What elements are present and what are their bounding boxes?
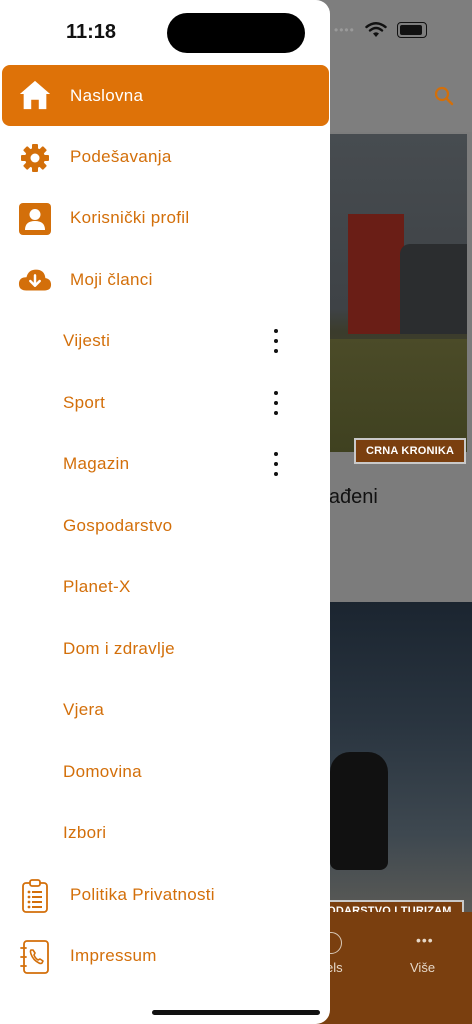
category-item-domovina[interactable]: Domovina <box>0 742 330 802</box>
category-label: Domovina <box>63 762 142 781</box>
drawer-item-label: Korisnički profil <box>70 208 190 227</box>
home-indicator[interactable] <box>152 1010 320 1015</box>
gear-icon <box>18 141 52 175</box>
more-vertical-icon[interactable] <box>268 329 284 353</box>
drawer-item-naslovna[interactable]: Naslovna <box>2 65 329 126</box>
home-icon <box>18 78 52 112</box>
category-label: Gospodarstvo <box>63 516 173 535</box>
phone-book-icon <box>18 940 52 974</box>
drawer-item-label: Impressum <box>70 946 157 965</box>
drawer-item-moji-clanci[interactable]: Moji članci <box>0 250 330 310</box>
category-label: Izbori <box>63 823 107 842</box>
status-indicators: •••• <box>334 22 427 38</box>
clipboard-list-icon <box>18 879 52 913</box>
cloud-download-icon <box>18 264 52 298</box>
drawer-item-impressum[interactable]: Impressum <box>0 926 330 986</box>
more-vertical-icon[interactable] <box>268 452 284 476</box>
category-label: Vjera <box>63 700 105 719</box>
category-item-sport[interactable]: Sport <box>0 373 330 433</box>
tab-more-label[interactable]: Više <box>410 960 435 975</box>
search-icon[interactable] <box>434 86 454 106</box>
category-item-vijesti[interactable]: Vijesti <box>0 311 330 371</box>
category-label: Planet-X <box>63 577 131 596</box>
drawer-item-label: Politika Privatnosti <box>70 885 215 904</box>
battery-icon <box>396 22 427 38</box>
drawer-item-politika-privatnosti[interactable]: Politika Privatnosti <box>0 865 330 925</box>
dynamic-island <box>167 13 305 53</box>
wifi-icon <box>365 22 387 37</box>
more-vertical-icon[interactable] <box>268 391 284 415</box>
category-item-gospodarstvo[interactable]: Gospodarstvo <box>0 496 330 556</box>
user-profile-icon <box>18 202 52 236</box>
category-label: Vijesti <box>63 331 111 350</box>
category-label: Magazin <box>63 454 130 473</box>
category-item-planet-x[interactable]: Planet-X <box>0 557 330 617</box>
drawer-item-label: Naslovna <box>70 85 144 105</box>
navigation-drawer: 11:18 Naslovna Podešavanja Korisnički pr… <box>0 0 330 1024</box>
cellular-signal-icon: •••• <box>334 23 355 37</box>
category-item-magazin[interactable]: Magazin <box>0 434 330 494</box>
category-item-vjera[interactable]: Vjera <box>0 680 330 740</box>
category-tag[interactable]: CRNA KRONIKA <box>354 438 467 464</box>
drawer-item-label: Podešavanja <box>70 147 172 166</box>
drawer-item-profil[interactable]: Korisnički profil <box>0 188 330 248</box>
category-item-dom-i-zdravlje[interactable]: Dom i zdravlje <box>0 619 330 679</box>
category-item-izbori[interactable]: Izbori <box>0 803 330 863</box>
category-label: Dom i zdravlje <box>63 639 175 658</box>
status-time: 11:18 <box>66 21 117 43</box>
drawer-item-podesavanja[interactable]: Podešavanja <box>0 127 330 187</box>
drawer-item-label: Moji članci <box>70 270 153 289</box>
more-icon[interactable]: ••• <box>416 932 434 948</box>
category-label: Sport <box>63 393 106 412</box>
